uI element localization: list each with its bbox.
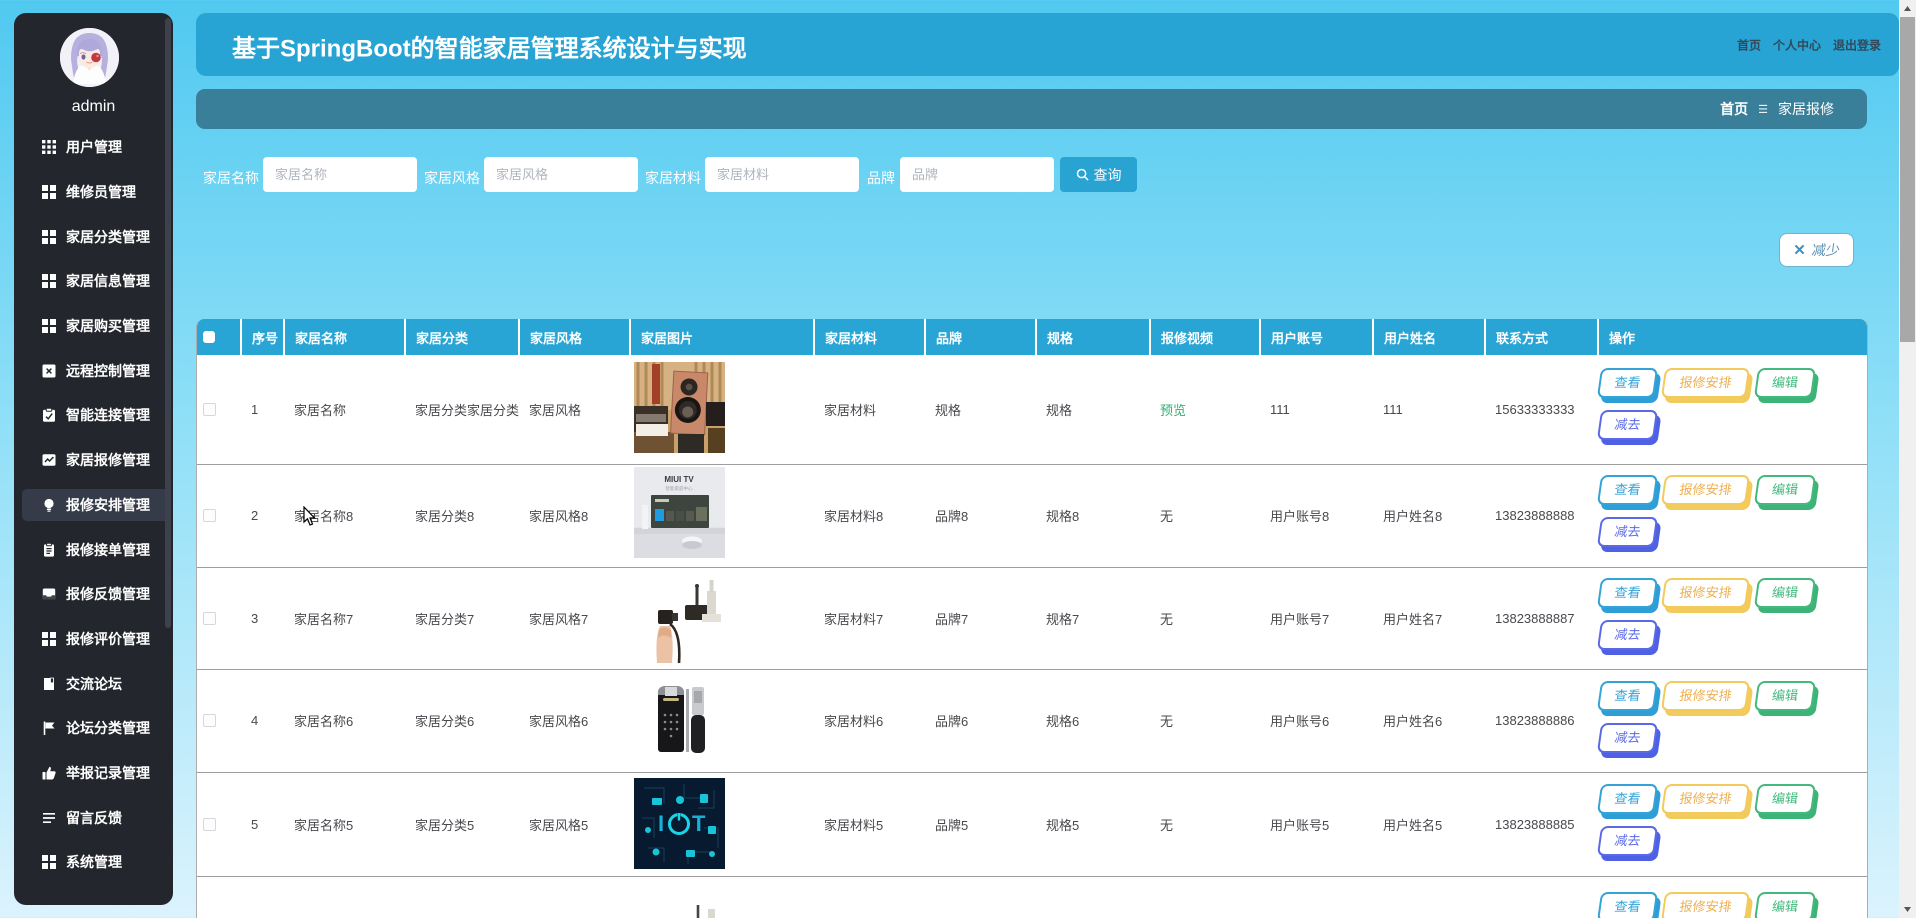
- svg-text:MIUI TV: MIUI TV: [664, 475, 694, 484]
- svg-text:智能家庭中心: 智能家庭中心: [666, 485, 693, 492]
- svg-text:T: T: [692, 811, 706, 836]
- svg-text:I: I: [658, 811, 664, 836]
